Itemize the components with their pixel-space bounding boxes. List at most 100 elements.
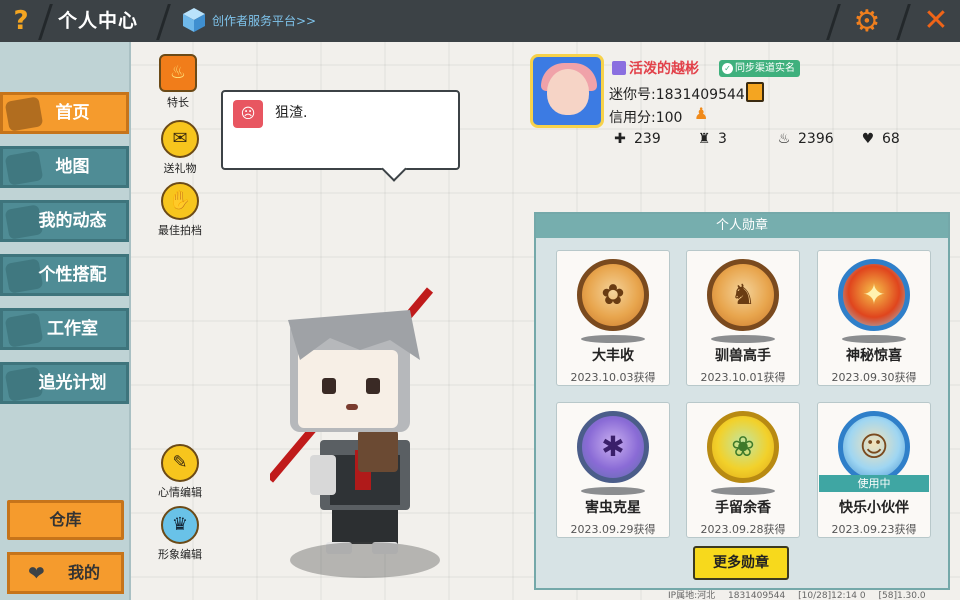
character-figure — [266, 287, 434, 554]
medal-fragrance-icon: ❀ — [707, 411, 779, 483]
handshake-icon: ✋ — [161, 182, 199, 220]
profile-screen: { "topbar": {"help": "?", "title": "个人中心… — [0, 0, 960, 600]
avatar-shadow — [290, 542, 440, 578]
footer-time: [10/28]12:14 0 — [798, 591, 866, 600]
creator-platform-link[interactable]: 创作者服务平台>> — [176, 4, 396, 38]
talent-label: 特长 — [167, 96, 189, 109]
medal-name: 快乐小伙伴 — [839, 500, 909, 516]
close-button[interactable]: ✕ — [912, 0, 960, 42]
divider — [896, 4, 911, 40]
person-icon[interactable]: ♟ — [694, 104, 714, 124]
medal-name: 害虫克星 — [585, 500, 641, 516]
avatar[interactable] — [530, 54, 604, 128]
player-name: 活泼的越彬 — [612, 58, 699, 78]
medal-date: 2023.09.30获得 — [831, 371, 917, 384]
medal-date: 2023.10.01获得 — [700, 371, 786, 384]
check-icon: ✓ — [722, 63, 733, 74]
sidebar-item-label: 地图 — [55, 157, 90, 177]
stat-plus-value: 239 — [634, 131, 661, 147]
medal-tamer-icon: ♞ — [707, 259, 779, 331]
medal-date: 2023.09.29获得 — [570, 523, 656, 536]
sidebar-item-home[interactable]: 首页 — [0, 92, 129, 134]
verify-badge-text: 同步渠道实名 — [735, 63, 795, 74]
medal-date: 2023.09.28获得 — [700, 523, 786, 536]
footer-info: IP属地:河北 1831409544 [10/28]12:14 0 [58]1.… — [668, 588, 936, 600]
medals-title: 个人勋章 — [536, 214, 948, 238]
vip-crown-icon — [612, 61, 626, 75]
mood-text: 狙渣. — [275, 105, 308, 121]
medal-date: 2023.09.23获得 — [831, 523, 917, 536]
hearts-icon: ♥ — [861, 131, 875, 147]
medal-buddy-icon: ☺ — [838, 411, 910, 483]
sidebar-item-studio[interactable]: 工作室 — [0, 308, 129, 350]
medal-glyph: ♞ — [730, 278, 756, 311]
stat-fire-value: 2396 — [798, 131, 834, 147]
medal-card[interactable]: ✦ 神秘惊喜 2023.09.30获得 — [817, 250, 931, 386]
look-edit-button[interactable]: ♛ 形象编辑 — [150, 506, 210, 562]
gear-icon[interactable]: ⚙ — [850, 5, 884, 39]
mood-edit-button[interactable]: ✎ 心情编辑 — [150, 444, 210, 500]
medal-surprise-icon: ✦ — [838, 259, 910, 331]
medal-pedestal — [581, 335, 645, 343]
medal-pest-icon: ✱ — [577, 411, 649, 483]
medal-card[interactable]: ❀ 手留余香 2023.09.28获得 — [686, 402, 800, 538]
divider — [826, 4, 841, 40]
send-gift-button[interactable]: ✉ 送礼物 — [150, 120, 210, 176]
mood-edit-label: 心情编辑 — [158, 486, 202, 499]
medal-card[interactable]: ☺ 使用中 快乐小伙伴 2023.09.23获得 — [817, 402, 931, 538]
sidebar-item-label: 我的动态 — [38, 211, 107, 231]
medal-pedestal — [711, 487, 775, 495]
medal-glyph: ✱ — [601, 430, 625, 463]
gift-icon: ✉ — [161, 120, 199, 158]
heart-icon: ❤ — [28, 561, 45, 585]
sidebar-item-label: 追光计划 — [38, 373, 107, 393]
trophy-icon: ♜ — [697, 131, 711, 147]
mood-bubble: ☹ 狙渣. — [221, 90, 460, 170]
plus-icon: ✚ — [614, 131, 626, 147]
map-icon — [4, 150, 44, 186]
medal-card[interactable]: ✿ 大丰收 2023.10.03获得 — [556, 250, 670, 386]
mine-button[interactable]: ❤ 我的 — [7, 552, 124, 594]
medal-harvest-icon: ✿ — [577, 259, 649, 331]
talent-button[interactable]: ♨ 特长 — [148, 54, 208, 110]
sidebar-item-light-plan[interactable]: 追光计划 — [0, 362, 129, 404]
copy-icon[interactable] — [746, 82, 764, 102]
medal-glyph: ☺ — [859, 430, 889, 463]
creator-link-label: 创作者服务平台>> — [212, 14, 317, 28]
medal-date: 2023.10.03获得 — [570, 371, 656, 384]
medal-card[interactable]: ♞ 驯兽高手 2023.10.01获得 — [686, 250, 800, 386]
medal-pedestal — [842, 335, 906, 343]
medal-glyph: ✿ — [601, 278, 625, 311]
medal-name: 神秘惊喜 — [846, 348, 902, 364]
help-button[interactable]: ? — [0, 0, 42, 42]
mood-emoji-icon: ☹ — [233, 100, 263, 128]
flame-icon: ♨ — [159, 54, 197, 92]
medal-name: 手留余香 — [715, 500, 771, 516]
footer-version: [58]1.30.0 — [878, 591, 926, 600]
home-icon — [4, 96, 44, 132]
look-edit-label: 形象编辑 — [158, 548, 202, 561]
outfit-icon: ♛ — [161, 506, 199, 544]
divider — [156, 4, 171, 40]
medal-card[interactable]: ✱ 害虫克星 2023.09.29获得 — [556, 402, 670, 538]
player-name-text: 活泼的越彬 — [629, 61, 699, 77]
warehouse-button[interactable]: 仓库 — [7, 500, 124, 540]
medal-name: 驯兽高手 — [715, 348, 771, 364]
footer-uid: 1831409544 — [728, 591, 786, 600]
ip-location: IP属地:河北 — [668, 591, 716, 600]
player-avatar-3d[interactable] — [266, 280, 470, 580]
stat-hearts-value: 68 — [882, 131, 900, 147]
stat-trophy: ♜ 3 — [696, 131, 727, 147]
medal-name: 大丰收 — [592, 348, 634, 364]
best-partner-button[interactable]: ✋ 最佳拍档 — [150, 182, 210, 238]
medal-pedestal — [581, 487, 645, 495]
sidebar-item-outfit[interactable]: 个性搭配 — [0, 254, 129, 296]
stat-plus: ✚ 239 — [612, 131, 661, 147]
more-medals-button[interactable]: 更多勋章 — [693, 546, 789, 580]
sidebar-item-map[interactable]: 地图 — [0, 146, 129, 188]
medal-glyph: ❀ — [731, 430, 755, 463]
top-bar: ? 个人中心 创作者服务平台>> ⚙ ✕ — [0, 0, 960, 42]
sidebar-item-moments[interactable]: 我的动态 — [0, 200, 129, 242]
page-title: 个人中心 — [58, 10, 139, 32]
credit-score: 信用分:100 — [609, 110, 683, 126]
